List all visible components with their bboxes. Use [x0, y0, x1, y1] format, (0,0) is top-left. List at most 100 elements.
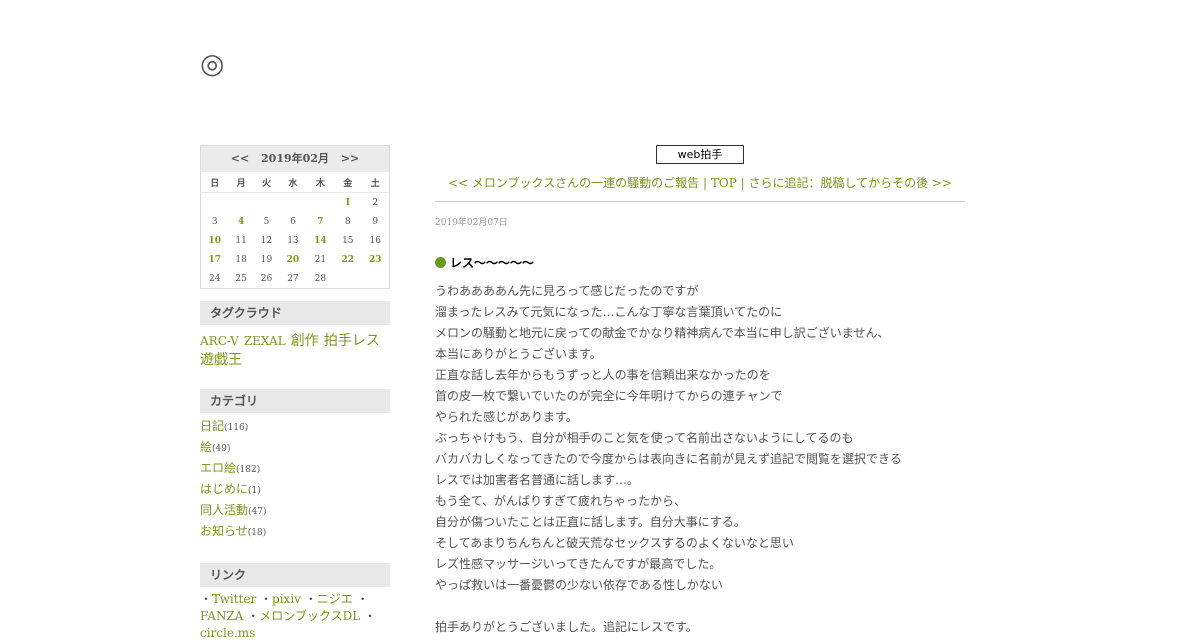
external-link[interactable]: circle.ms [200, 626, 255, 640]
calendar-day: 11 [235, 235, 247, 246]
calendar-empty-cell [334, 269, 361, 288]
category-item: お知らせ(18) [200, 522, 390, 543]
calendar-weekday: 金 [334, 172, 362, 193]
calendar-month: 2019年02月 [261, 152, 329, 165]
calendar-day: 18 [235, 254, 247, 265]
calendar-empty-cell [362, 269, 389, 288]
calendar-day: 9 [372, 216, 379, 227]
category-count: (1) [248, 486, 261, 496]
calendar-weekday: 木 [306, 172, 335, 193]
calendar-prev-button[interactable]: << [231, 152, 249, 165]
post-line: 正直な話し去年からもうずっと人の事を信頼出来なかったのを [435, 368, 771, 382]
link-list: ・Twitter ・pixiv ・ニジエ ・FANZA ・メロンブックスDL ・… [200, 591, 390, 642]
category-item: 絵(49) [200, 438, 390, 459]
calendar-weekday: 火 [253, 172, 280, 193]
post-line: メロンの騒動と地元に戻っての献金でかなり精神病んで本当に申し訳ございません、 [435, 326, 890, 340]
bullet-icon [435, 257, 446, 268]
category-item: 同人活動(47) [200, 501, 390, 522]
category-count: (116) [224, 423, 249, 433]
post-title: レス～～～～～ [450, 256, 535, 270]
tag-link[interactable]: ARC-V [200, 334, 239, 348]
tag-link[interactable]: 拍手レス [324, 333, 380, 349]
tag-link[interactable]: ZEXAL [244, 334, 286, 348]
category-link[interactable]: エロ絵 [200, 461, 236, 475]
divider [435, 201, 965, 202]
post-line: 首の皮一枚で繋いでいたのが完全に今年明けてからの連チャンで [435, 389, 783, 403]
calendar-day: 25 [235, 273, 247, 284]
link-bullet: ・ [356, 592, 369, 606]
tagcloud-heading: タグクラウド [200, 301, 390, 325]
external-link[interactable]: pixiv [272, 592, 301, 606]
post-line: 本当にありがとうございます。 [435, 347, 602, 361]
calendar-day[interactable]: 4 [228, 212, 253, 231]
calendar-empty-cell [254, 193, 279, 213]
calendar-day[interactable]: 1 [334, 193, 361, 213]
calendar-day: 15 [342, 235, 354, 246]
calendar-weekday: 水 [279, 172, 307, 193]
external-link[interactable]: ニジエ [317, 592, 353, 606]
calendar-empty-cell [279, 193, 306, 213]
category-link[interactable]: 絵 [200, 440, 212, 454]
external-link[interactable]: Twitter [212, 592, 256, 606]
web-clap-button[interactable]: web拍手 [656, 145, 744, 164]
link-bullet: ・ [260, 592, 273, 606]
post-line: レズ性感マッサージいってきたんですが最高でした。 [435, 557, 722, 571]
post-line: ぶっちゃけもう、自分が相手のこと気を使って名前出さないようにしてるのも [435, 431, 854, 445]
post-line: うわああああん先に見ろって感じだったのですが [435, 284, 699, 298]
calendar-day: 19 [260, 254, 273, 265]
post-title-row: レス～～～～～ [435, 254, 965, 271]
nav-separator: | [703, 176, 711, 190]
calendar-day: 3 [211, 216, 218, 227]
calendar-weekday: 日 [201, 172, 229, 193]
calendar-day[interactable]: 22 [334, 250, 361, 269]
calendar-day: 2 [372, 197, 379, 208]
calendar: << 2019年02月 >> 日月火水木金土 1 2 3 4 5 6 7 8 9 10 11 12 13… [200, 145, 390, 289]
calendar-empty-cell [307, 193, 334, 213]
top-link[interactable]: TOP [711, 176, 737, 190]
category-link[interactable]: お知らせ [200, 524, 248, 538]
tagcloud: ARC-V ZEXAL 創作 拍手レス 遊戯王 [200, 331, 390, 369]
calendar-day: 8 [344, 216, 351, 227]
site-title[interactable]: ◎ [200, 48, 224, 80]
calendar-day: 28 [314, 273, 327, 284]
calendar-day[interactable]: 17 [201, 250, 228, 269]
tag-link[interactable]: 創作 [291, 333, 319, 349]
calendar-day: 16 [369, 235, 381, 246]
post-line: やっぱ救いは一番憂鬱の少ない依存である性しかない [435, 578, 723, 592]
calendar-weekday: 土 [361, 172, 389, 193]
post-line: レスでは加害者名普通に話します…。 [435, 473, 640, 487]
category-link[interactable]: 日記 [200, 419, 224, 433]
post-navigation: << メロンブックスさんの一連の騒動のご報告 | TOP | さらに追記：脱稿し… [435, 174, 965, 191]
category-item: はじめに(1) [200, 480, 390, 501]
tag-link[interactable]: 遊戯王 [200, 352, 242, 368]
post-body: うわああああん先に見ろって感じだったのですが 溜まったレスみて元気になった…こんな… [435, 281, 965, 638]
category-link[interactable]: はじめに [200, 482, 248, 496]
calendar-day[interactable]: 14 [307, 231, 334, 250]
external-link[interactable]: FANZA [200, 609, 243, 623]
post-line: やられた感じがあります。 [435, 410, 578, 424]
prev-post-link[interactable]: << メロンブックスさんの一連の騒動のご報告 [448, 176, 699, 190]
post-line: もう全て、がんばりすぎて疲れちゃったから、 [435, 494, 687, 508]
category-item: エロ絵(182) [200, 459, 390, 480]
next-post-link[interactable]: さらに追記：脱稿してからその後 >> [748, 176, 952, 190]
post-line: そしてあまりちんちんと破天荒なセックスするのよくないなと思い [435, 536, 794, 550]
link-bullet: ・ [200, 592, 213, 606]
external-link[interactable]: メロンブックスDL [259, 609, 360, 623]
calendar-empty-cell [228, 193, 253, 213]
calendar-day: 12 [260, 235, 273, 246]
calendar-day: 21 [314, 254, 327, 265]
calendar-day[interactable]: 20 [279, 250, 306, 269]
calendar-day: 27 [287, 273, 299, 284]
post-line: バカバカしくなってきたので今度からは表向きに名前が見えず追記で閲覧を選択できる [435, 452, 902, 466]
category-count: (49) [212, 444, 231, 454]
calendar-day: 24 [208, 273, 221, 284]
calendar-day[interactable]: 10 [201, 231, 228, 250]
category-link[interactable]: 同人活動 [200, 503, 248, 517]
calendar-day[interactable]: 7 [307, 212, 334, 231]
post-line: 拍手ありがとうございました。追記にレスです。 [435, 620, 698, 634]
calendar-next-button[interactable]: >> [341, 152, 359, 165]
main-content: web拍手 << メロンブックスさんの一連の騒動のご報告 | TOP | さらに… [435, 145, 965, 638]
calendar-day: 26 [260, 273, 273, 284]
calendar-day[interactable]: 23 [362, 250, 389, 269]
calendar-header: << 2019年02月 >> [201, 146, 389, 172]
